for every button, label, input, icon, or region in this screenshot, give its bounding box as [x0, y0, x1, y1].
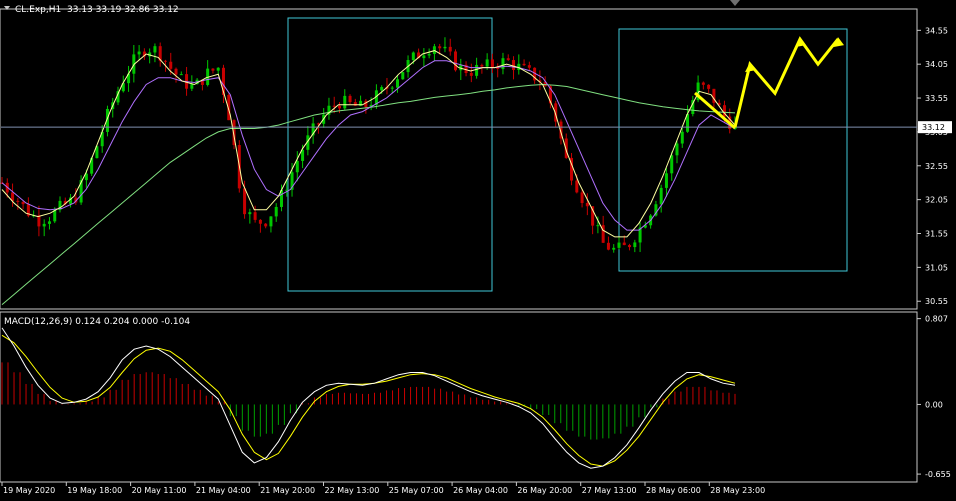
- candle-body: [480, 64, 484, 67]
- candle-body: [274, 206, 278, 217]
- time-tick-label: 26 May 20:00: [517, 486, 572, 495]
- candle-body: [390, 87, 394, 89]
- candle-body: [675, 143, 679, 156]
- candle-body: [680, 131, 684, 144]
- macd-header-label: MACD(12,26,9) 0.124 0.204 0.000 -0.104: [4, 317, 190, 327]
- candle-body: [664, 173, 668, 188]
- candle-body: [174, 68, 178, 75]
- candle-body: [42, 223, 46, 227]
- time-tick-label: 19 May 2020: [3, 486, 55, 495]
- candle-body: [670, 155, 674, 174]
- candle-body: [253, 212, 257, 220]
- candle-body: [422, 55, 426, 59]
- symbol-label: CL.Exp,H1: [15, 5, 61, 15]
- candle-body: [432, 46, 436, 54]
- candle-body: [243, 188, 247, 215]
- price-tick-label: 30.55: [925, 297, 948, 306]
- candle-body: [606, 242, 610, 250]
- candle-body: [411, 52, 415, 61]
- candle-body: [21, 201, 25, 205]
- bid-price-label: 33.12: [922, 123, 945, 132]
- time-tick-label: 21 May 04:00: [196, 486, 251, 495]
- candle-body: [337, 105, 341, 109]
- candle-body: [628, 245, 632, 248]
- time-tick-label: 22 May 13:00: [325, 486, 380, 495]
- candle-body: [490, 59, 494, 68]
- candle-body: [617, 242, 621, 248]
- candle-body: [332, 105, 336, 107]
- candle-body: [659, 187, 663, 205]
- candle-body: [612, 247, 616, 250]
- macd-tick-label: 0.00: [925, 400, 943, 409]
- candle-body: [427, 53, 431, 56]
- macd-tick-label: 0.807: [925, 315, 948, 324]
- candle-body: [153, 46, 157, 53]
- candle-body: [501, 58, 505, 69]
- time-tick-label: 28 May 06:00: [646, 486, 701, 495]
- candle-body: [438, 46, 442, 49]
- price-tick-label: 34.55: [925, 26, 948, 35]
- candle-body: [454, 51, 458, 71]
- candle-body: [248, 212, 252, 215]
- candle-body: [485, 59, 489, 67]
- candle-body: [469, 72, 473, 76]
- candle-body: [137, 51, 141, 55]
- time-tick-label: 21 May 20:00: [260, 486, 315, 495]
- candle-body: [512, 60, 516, 70]
- candle-body: [506, 58, 510, 61]
- candle-body: [190, 84, 194, 89]
- candle-body: [580, 192, 584, 204]
- candle-body: [380, 87, 384, 91]
- candle-body: [396, 79, 400, 88]
- chart-window[interactable]: CL.Exp,H1 33.13 33.19 32.86 33.12 MACD(1…: [0, 0, 956, 497]
- candle-body: [258, 219, 262, 224]
- price-tick-label: 32.05: [925, 196, 948, 205]
- ohlc-readout: 33.13 33.19 32.86 33.12: [67, 5, 179, 15]
- candle-body: [707, 84, 711, 89]
- candle-body: [701, 82, 705, 85]
- candle-body: [633, 242, 637, 248]
- time-tick-label: 27 May 13:00: [582, 486, 637, 495]
- candle-body: [16, 200, 20, 202]
- time-tick-label: 20 May 11:00: [132, 486, 187, 495]
- candle-body: [522, 63, 526, 66]
- time-tick-label: 25 May 07:00: [389, 486, 444, 495]
- candle-body: [448, 46, 452, 52]
- candle-body: [343, 95, 347, 109]
- macd-tick-label: -0.655: [925, 470, 951, 479]
- candle-body: [264, 223, 268, 227]
- candle-body: [596, 225, 600, 227]
- chart-canvas[interactable]: CL.Exp,H1 33.13 33.19 32.86 33.12 MACD(1…: [0, 0, 956, 497]
- candle-body: [216, 67, 220, 71]
- time-tick-label: 26 May 04:00: [453, 486, 508, 495]
- candle-body: [401, 72, 405, 80]
- candle-body: [211, 68, 215, 71]
- candle-body: [475, 64, 479, 76]
- candle-body: [622, 242, 626, 246]
- price-tick-label: 31.05: [925, 263, 948, 272]
- candle-body: [47, 221, 51, 224]
- candle-body: [575, 180, 579, 193]
- price-tick-label: 34.05: [925, 60, 948, 69]
- candle-body: [163, 60, 167, 62]
- candle-body: [179, 74, 183, 76]
- time-tick-label: 28 May 23:00: [710, 486, 765, 495]
- price-tick-label: 32.55: [925, 162, 948, 171]
- time-tick-label: 19 May 18:00: [67, 486, 122, 495]
- price-tick-label: 33.55: [925, 94, 948, 103]
- candle-body: [295, 160, 299, 173]
- price-tick-label: 31.55: [925, 230, 948, 239]
- candle-body: [169, 61, 173, 69]
- candle-body: [53, 210, 57, 222]
- candle-body: [348, 95, 352, 103]
- candle-body: [443, 46, 447, 49]
- candle-body: [269, 216, 273, 227]
- candle-body: [527, 65, 531, 68]
- candle-body: [585, 203, 589, 207]
